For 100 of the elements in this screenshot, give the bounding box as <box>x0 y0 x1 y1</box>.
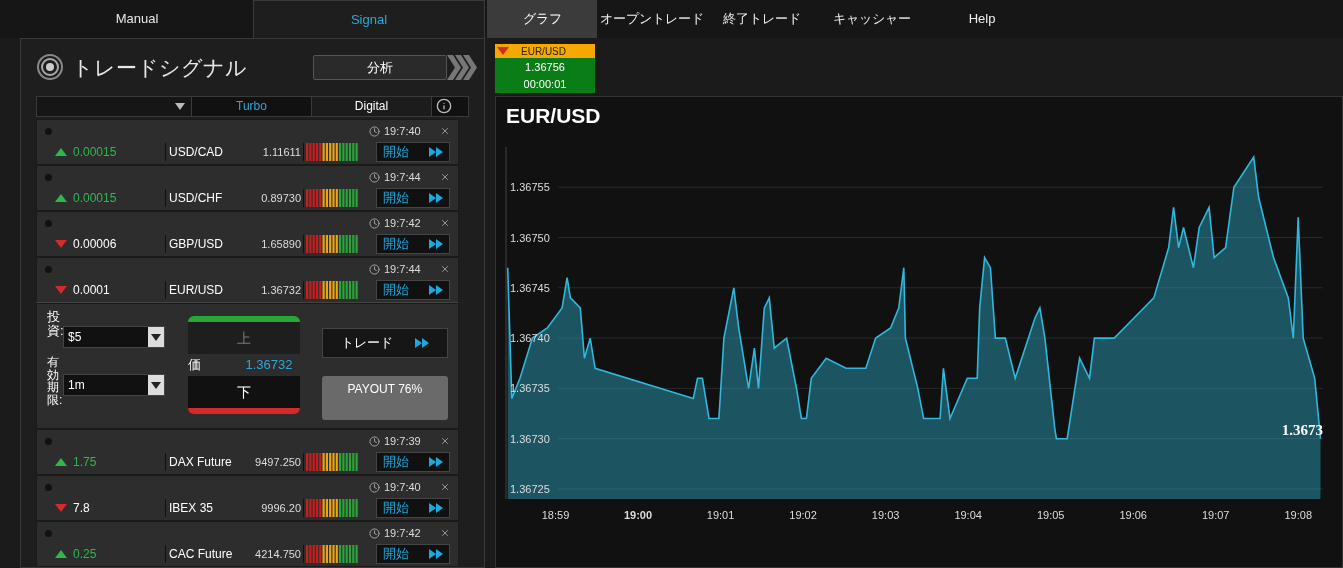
signal-symbol: USD/CAD <box>169 144 224 161</box>
signal-change: 0.00006 <box>73 236 118 253</box>
strength-meter-icon <box>306 545 359 563</box>
clock-icon <box>369 481 380 493</box>
tab[interactable]: Manual <box>21 0 253 38</box>
strength-meter-icon <box>306 281 359 299</box>
signal-change: 0.00015 <box>73 144 118 161</box>
signal-time: 19:7:44 <box>384 169 422 185</box>
chart-title: EUR/USD <box>505 103 602 127</box>
strength-meter-icon <box>306 189 359 207</box>
trade-button[interactable]: トレード <box>321 328 448 358</box>
start-button[interactable]: 開始 <box>376 234 450 254</box>
x-tick-label: 19:00 <box>623 509 653 521</box>
y-tick-label: 1.36755 <box>510 181 550 194</box>
select-field[interactable]: 1m <box>63 374 165 396</box>
signal-time: 19:7:40 <box>384 479 422 495</box>
start-button[interactable]: 開始 <box>376 280 450 300</box>
signal-price: 0.89730 <box>260 190 301 206</box>
strength-meter-icon <box>306 453 359 471</box>
fast-forward-icon <box>429 239 443 249</box>
ticker-symbol: EUR/USD <box>521 44 566 59</box>
ticker-countdown: 00:00:01 <box>522 76 568 92</box>
payout-box: PAYOUT 76% <box>321 376 448 420</box>
signal-symbol: USD/CHF <box>169 190 224 207</box>
caret-icon <box>175 102 185 110</box>
signal-symbol: CAC Future <box>169 546 234 563</box>
chevrons-icon <box>447 54 477 80</box>
strength-meter-icon <box>306 143 359 161</box>
signal-symbol: EUR/USD <box>169 282 224 299</box>
close-icon[interactable] <box>440 126 450 136</box>
signal-symbol: DAX Future <box>169 454 233 471</box>
x-tick-label: 19:05 <box>1036 509 1065 521</box>
clock-icon <box>369 527 380 539</box>
fast-forward-icon <box>414 338 429 348</box>
signal-symbol: IBEX 35 <box>169 500 215 517</box>
start-button[interactable]: 開始 <box>376 498 450 518</box>
x-tick-label: 19:01 <box>706 509 735 521</box>
fast-forward-icon <box>429 549 443 559</box>
fast-forward-icon <box>429 285 443 295</box>
signal-price: 4214.750 <box>254 546 301 562</box>
close-icon[interactable] <box>440 436 450 446</box>
signal-price: 9497.250 <box>254 454 301 470</box>
start-button[interactable]: 開始 <box>376 188 450 208</box>
signal-row[interactable]: 19:7:39 1.75 DAX Future 9497.250 開始 <box>36 429 459 475</box>
caret-icon <box>151 333 161 341</box>
close-icon[interactable] <box>440 482 450 492</box>
signal-price: 1.36732 <box>260 282 301 298</box>
signal-time: 19:7:40 <box>384 123 422 139</box>
tab[interactable]: キャッシャー <box>817 0 927 38</box>
filter-tab[interactable]: Digital <box>312 96 432 116</box>
signal-time: 19:7:39 <box>384 433 422 449</box>
clock-icon <box>369 435 380 447</box>
target-icon <box>36 53 64 82</box>
clock-icon <box>369 217 380 229</box>
close-icon[interactable] <box>440 218 450 228</box>
y-tick-label: 1.36750 <box>510 231 550 244</box>
fast-forward-icon <box>429 193 443 203</box>
signal-time: 19:7:42 <box>384 525 422 541</box>
tab[interactable]: 終了トレード <box>707 0 817 38</box>
signal-symbol: GBP/USD <box>169 236 224 253</box>
tab[interactable]: グラフ <box>487 0 597 38</box>
signal-row[interactable]: 19:7:44 0.00015 USD/CHF 0.89730 開始 <box>36 165 459 211</box>
signal-row[interactable]: 19:7:40 7.8 IBEX 35 9996.20 開始 <box>36 475 459 521</box>
clock-icon <box>369 171 380 183</box>
down-button[interactable]: 下 <box>188 376 301 414</box>
signal-price: 1.11611 <box>261 144 301 160</box>
expiry-label: 有効期限: <box>47 356 61 407</box>
tab[interactable]: Help <box>927 0 1037 38</box>
last-price-label: 1.3673 <box>1281 421 1323 438</box>
signal-change: 1.75 <box>73 454 98 471</box>
clock-icon <box>369 263 380 275</box>
signal-change: 0.0001 <box>73 282 111 299</box>
analysis-button[interactable]: 分析 <box>313 54 447 80</box>
signal-change: 0.00015 <box>73 190 118 207</box>
clock-icon <box>369 125 380 137</box>
x-tick-label: 19:04 <box>954 509 982 521</box>
signal-price: 1.65890 <box>260 236 301 252</box>
x-tick-label: 19:06 <box>1119 509 1147 521</box>
signal-row[interactable]: 19:7:42 0.00006 GBP/USD 1.65890 開始 <box>36 211 459 257</box>
close-icon[interactable] <box>440 264 450 274</box>
price-label: 価 <box>188 356 202 375</box>
start-button[interactable]: 開始 <box>376 452 450 472</box>
price-value: 1.36732 <box>245 356 293 375</box>
y-tick-label: 1.36730 <box>510 432 550 445</box>
tab[interactable]: Signal <box>253 0 485 38</box>
signal-row[interactable]: 19:7:42 0.25 CAC Future 4214.750 開始 <box>36 521 459 567</box>
signal-row[interactable]: 19:7:44 0.0001 EUR/USD 1.36732 開始 <box>36 257 459 303</box>
select-field[interactable]: $5 <box>63 326 165 348</box>
x-tick-label: 18:59 <box>541 509 570 521</box>
close-icon[interactable] <box>440 172 450 182</box>
y-tick-label: 1.36725 <box>510 482 550 495</box>
tab[interactable]: オープントレード <box>597 0 707 38</box>
y-tick-label: 1.36745 <box>510 281 550 294</box>
close-icon[interactable] <box>440 528 450 538</box>
info-icon[interactable] <box>436 98 452 115</box>
fast-forward-icon <box>429 503 443 513</box>
start-button[interactable]: 開始 <box>376 142 450 162</box>
signal-row[interactable]: 19:7:40 0.00015 USD/CAD 1.11611 開始 <box>36 119 459 165</box>
panel-title: トレードシグナル <box>72 54 247 81</box>
start-button[interactable]: 開始 <box>376 544 450 564</box>
